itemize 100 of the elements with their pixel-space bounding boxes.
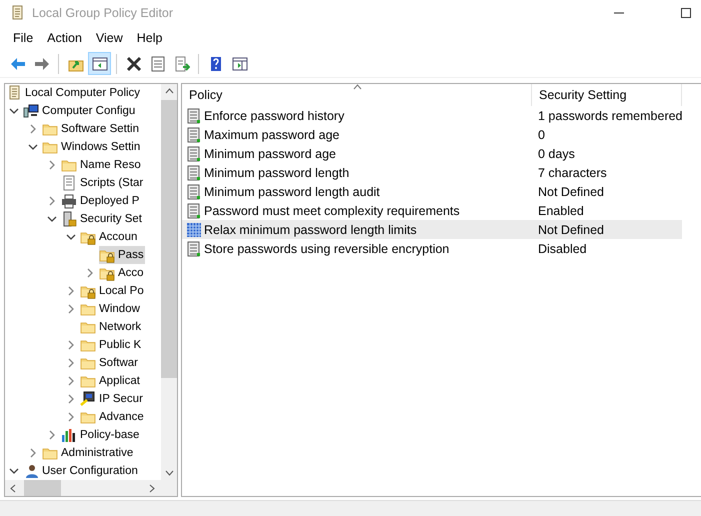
tree-item[interactable]: Window	[80, 300, 141, 318]
policy-row[interactable]: Minimum password length 7 characters	[182, 163, 682, 182]
security-setting: 1 passwords remembered	[537, 108, 682, 122]
tree-item[interactable]: Policy-base	[61, 426, 140, 444]
collapse-chevron-icon[interactable]	[9, 106, 19, 116]
policy-row[interactable]: Minimum password age 0 days	[182, 144, 682, 163]
scrollbar-thumb[interactable]	[161, 100, 177, 378]
expand-chevron-icon[interactable]	[47, 160, 57, 170]
policy-name: Minimum password age	[204, 146, 336, 160]
monitor-key-icon	[80, 391, 96, 407]
expand-chevron-icon[interactable]	[66, 394, 76, 404]
tree-item[interactable]: Deployed P	[61, 192, 140, 210]
security-setting: 0	[537, 128, 546, 142]
scroll-left-icon[interactable]	[10, 484, 16, 492]
server-icon	[186, 146, 202, 162]
forward-arrow-icon	[34, 56, 50, 72]
scrollbar-thumb[interactable]	[24, 480, 61, 496]
expand-chevron-icon[interactable]	[85, 268, 95, 278]
security-setting: Enabled	[537, 204, 585, 218]
user-icon	[23, 463, 39, 479]
policy-name: Relax minimum password length limits	[204, 222, 417, 236]
tree-item[interactable]: Computer Configu	[23, 102, 136, 120]
tree-item[interactable]: Local Po	[80, 282, 145, 300]
column-header[interactable]: Security Setting	[532, 84, 682, 106]
collapse-chevron-icon[interactable]	[47, 214, 57, 224]
document-icon	[61, 175, 77, 191]
security-setting: Not Defined	[537, 184, 606, 198]
tree-item[interactable]: Pass	[99, 246, 145, 264]
tree-item[interactable]: Local Computer Policy	[6, 84, 142, 102]
menu-item[interactable]: File	[6, 31, 40, 45]
tree-item[interactable]: Applicat	[80, 372, 141, 390]
column-header[interactable]: Policy	[182, 84, 532, 106]
computer-icon	[23, 103, 39, 119]
policy-row[interactable]: Relax minimum password length limits Not Defined	[182, 220, 682, 239]
collapse-chevron-icon[interactable]	[66, 232, 76, 242]
tree-item[interactable]: User Configuration	[23, 462, 139, 480]
collapse-chevron-icon[interactable]	[9, 466, 19, 476]
policy-row[interactable]: Enforce password history 1 passwords remembered	[182, 106, 682, 125]
checkered-icon	[186, 222, 202, 238]
tree-pane-icon	[92, 56, 108, 72]
server-lock-icon	[61, 211, 77, 227]
tree-item[interactable]: Acco	[99, 264, 145, 282]
scroll-up-icon[interactable]	[164, 88, 174, 94]
policy-name: Minimum password length	[204, 166, 350, 180]
properties-icon	[150, 56, 166, 72]
server-icon	[186, 240, 202, 256]
tree-item[interactable]: Administrative	[42, 444, 134, 462]
tree-item[interactable]: Public K	[80, 336, 142, 354]
expand-chevron-icon[interactable]	[28, 124, 38, 134]
scroll-down-icon[interactable]	[164, 470, 174, 476]
tree-item[interactable]: Advance	[80, 408, 145, 426]
expand-chevron-icon[interactable]	[66, 304, 76, 314]
expand-chevron-icon[interactable]	[66, 286, 76, 296]
expand-chevron-icon[interactable]	[47, 430, 57, 440]
expand-chevron-icon[interactable]	[47, 196, 57, 206]
tree-item[interactable]: Accoun	[80, 228, 138, 246]
tree-item[interactable]: Softwar	[80, 354, 139, 372]
policy-row[interactable]: Store passwords using reversible encryption Disabled	[182, 239, 682, 258]
export-list-icon	[174, 56, 190, 72]
bar-chart-icon	[61, 427, 77, 443]
tree-item[interactable]: Network	[80, 318, 142, 336]
policy-row[interactable]: Password must meet complexity requirements Enabled	[182, 201, 682, 220]
tree-item[interactable]: Scripts (Star	[61, 174, 144, 192]
security-setting: 0 days	[537, 146, 576, 160]
tree-item[interactable]: Name Reso	[61, 156, 142, 174]
maximize-icon[interactable]	[681, 8, 691, 18]
security-setting: 7 characters	[537, 166, 608, 180]
expand-chevron-icon[interactable]	[66, 376, 76, 386]
server-icon	[186, 184, 202, 200]
sort-ascending-icon	[353, 84, 362, 90]
scroll-right-icon[interactable]	[149, 484, 155, 492]
expand-chevron-icon[interactable]	[66, 412, 76, 422]
policy-row[interactable]: Maximum password age 0	[182, 125, 682, 144]
collapse-chevron-icon[interactable]	[28, 142, 38, 152]
policy-row[interactable]: Minimum password length audit Not Defined	[182, 182, 682, 201]
policy-name: Password must meet complexity requirements	[204, 204, 460, 218]
policy-name: Store passwords using reversible encryption	[204, 242, 450, 256]
menu-item[interactable]: View	[88, 31, 130, 45]
tree-pane-button[interactable]	[88, 52, 111, 75]
delete-icon	[126, 56, 142, 72]
tree-item[interactable]: Windows Settin	[42, 138, 142, 156]
server-icon	[186, 202, 202, 218]
security-setting: Disabled	[537, 242, 588, 256]
server-icon	[186, 164, 202, 180]
server-icon	[186, 126, 202, 142]
back-arrow-icon	[10, 56, 26, 72]
tree-item[interactable]: Security Set	[61, 210, 143, 228]
expand-chevron-icon[interactable]	[66, 358, 76, 368]
tree-item[interactable]: Software Settin	[42, 120, 140, 138]
policy-name: Enforce password history	[204, 108, 344, 122]
menu-item[interactable]: Action	[40, 31, 89, 45]
action-pane-icon	[232, 56, 248, 72]
policy-name: Minimum password length audit	[204, 184, 380, 198]
expand-chevron-icon[interactable]	[28, 448, 38, 458]
expand-chevron-icon[interactable]	[66, 340, 76, 350]
menu-item[interactable]: Help	[130, 31, 170, 45]
printer-icon	[61, 193, 77, 209]
server-icon	[186, 108, 202, 124]
tree-item[interactable]: IP Secur	[80, 390, 144, 408]
window-title: Local Group Policy Editor	[32, 6, 174, 20]
